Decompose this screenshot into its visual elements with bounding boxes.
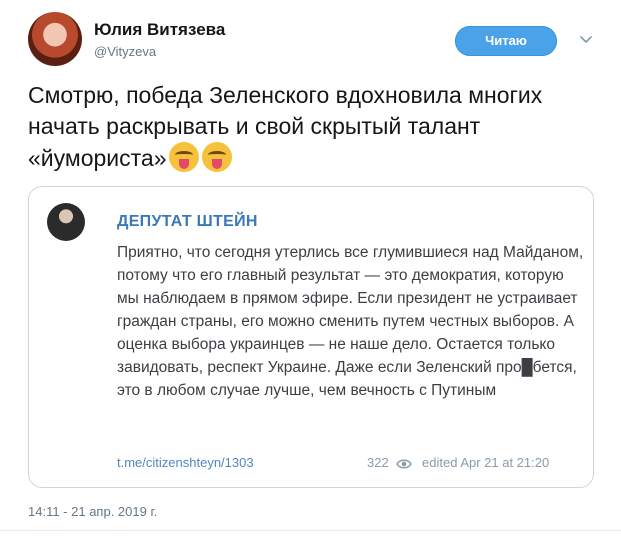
author-avatar[interactable] (28, 12, 82, 66)
squinting-tongue-emoji-icon (169, 142, 200, 172)
tweet-text-content: Смотрю, победа Зеленского вдохновила мно… (28, 82, 543, 171)
tweet-header: Юлия Витязева @Vityzeva Читаю (28, 12, 598, 66)
tweet: Юлия Витязева @Vityzeva Читаю Смотрю, по… (0, 0, 621, 541)
quoted-post-text: Приятно, что сегодня утерлись все глумив… (117, 244, 584, 399)
author-name[interactable]: Юлия Витязева (94, 20, 225, 40)
author-handle[interactable]: @Vityzeva (94, 44, 156, 59)
edited-timestamp: edited Apr 21 at 21:20 (422, 455, 550, 470)
post-link[interactable]: t.me/citizenshteyn/1303 (117, 455, 254, 470)
quoted-post-card[interactable]: ДЕПУТАТ ШТЕЙН Приятно, что сегодня утерл… (28, 186, 594, 488)
tweet-timestamp[interactable]: 14:11 - 21 апр. 2019 г. (28, 504, 157, 519)
tweet-text: Смотрю, победа Зеленского вдохновила мно… (28, 80, 598, 174)
channel-title: ДЕПУТАТ ШТЕЙН (117, 213, 258, 230)
chevron-down-icon[interactable] (580, 34, 592, 46)
view-count: 322 (367, 455, 389, 470)
channel-avatar (47, 203, 85, 241)
eye-icon (396, 459, 412, 469)
divider (0, 530, 621, 531)
squinting-tongue-emoji-icon (202, 142, 233, 172)
follow-button[interactable]: Читаю (455, 26, 557, 56)
quoted-post-footer: t.me/citizenshteyn/1303 322 edited Apr 2… (117, 455, 585, 475)
